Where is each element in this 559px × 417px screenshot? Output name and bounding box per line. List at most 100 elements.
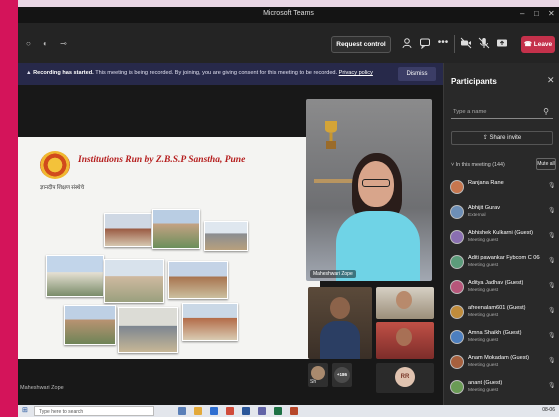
page-top-strip [0, 0, 559, 7]
mic-muted-icon: 🎙 [548, 358, 556, 364]
campus-photo [182, 303, 238, 341]
overflow-tile[interactable]: +186 [332, 363, 352, 387]
share-invite-button[interactable]: ⇪ Share invite [451, 131, 553, 145]
participant-name: Abhijit Gurav [468, 205, 501, 211]
more-icon[interactable]: ••• [437, 37, 449, 49]
powerpoint-icon[interactable] [290, 407, 298, 415]
share-icon[interactable] [496, 37, 508, 49]
page-side-strip [0, 0, 18, 417]
participant-avatar [450, 330, 464, 344]
participant-row[interactable]: Abhishek Kulkarni (Guest) Meeting guest 🎙 [450, 227, 558, 253]
chrome-icon[interactable] [226, 407, 234, 415]
participants-icon[interactable] [401, 37, 413, 49]
mic-muted-icon: 🎙 [548, 333, 556, 339]
participant-video[interactable] [376, 322, 434, 359]
participant-name: Aditya Jadhav (Guest) [468, 280, 524, 286]
excel-icon[interactable] [274, 407, 282, 415]
share-invite-label: Share invite [489, 135, 522, 141]
participant-name: Amna Shaikh (Guest) [468, 330, 522, 336]
mute-all-button[interactable]: Mute all [536, 158, 556, 170]
participant-row[interactable]: Aditya Jadhav (Guest) Meeting guest 🎙 [450, 277, 558, 303]
institution-logo [40, 151, 70, 179]
participant-avatar [450, 355, 464, 369]
participant-video[interactable] [308, 287, 372, 359]
participant-row[interactable]: afreenalam601 (Guest) Meeting guest 🎙 [450, 302, 558, 328]
participant-row[interactable]: Anam Mokadam (Guest) Meeting guest 🎙 [450, 352, 558, 378]
campus-photo [46, 255, 104, 297]
invite-icon: ⇪ [482, 135, 488, 141]
campus-photo [204, 221, 248, 251]
campus-photo [64, 305, 116, 345]
window-title: Microsoft Teams [263, 10, 314, 17]
privacy-policy-link[interactable]: Privacy policy [339, 70, 373, 76]
participant-name: Anam Mokadam (Guest) [468, 355, 529, 361]
minimize-icon[interactable]: – [520, 9, 524, 18]
teams-icon[interactable] [258, 407, 266, 415]
slide-title: Institutions Run by Z.B.S.P Sanstha, Pun… [78, 155, 246, 165]
taskbar-search-input[interactable]: Type here to search [34, 406, 154, 416]
campus-photo [104, 213, 152, 247]
participant-video[interactable] [376, 287, 434, 319]
participant-row[interactable]: Aditi pawankar Fybcom C 068 (G... Meeting… [450, 252, 558, 278]
participant-face [396, 291, 412, 309]
mic-muted-icon: 🎙 [548, 383, 556, 389]
participant-avatar [450, 255, 464, 269]
speaker-tile-label: Maheshwari Zope [310, 270, 356, 278]
participant-row[interactable]: Amna Shaikh (Guest) Meeting guest 🎙 [450, 327, 558, 353]
participant-name: anant (Guest) [468, 380, 503, 386]
glasses [362, 179, 390, 187]
leave-button[interactable]: ☎ Leave [521, 36, 555, 53]
recording-title: Recording has started. [33, 70, 94, 76]
campus-photo [168, 261, 228, 299]
participant-avatar [450, 280, 464, 294]
participant-role: Meeting guest [468, 238, 499, 243]
windows-start-icon[interactable]: ⊞ [22, 406, 28, 414]
active-speaker-video[interactable]: Maheshwari Zope [306, 99, 432, 281]
participant-body [320, 321, 360, 359]
participant-row[interactable]: anant (Guest) Meeting guest 🎙 [450, 377, 558, 403]
shelf [314, 179, 354, 183]
participant-face [396, 328, 412, 346]
mic-muted-icon: 🎙 [548, 308, 556, 314]
participant-name: Aditi pawankar Fybcom C 068 (G... [468, 255, 540, 261]
participant-role: Meeting guest [468, 263, 499, 268]
slide-subtitle: ज्ञानदीप शिक्षण संस्थेचे [40, 185, 85, 191]
campus-photo [118, 307, 178, 353]
overflow-count: +186 [334, 367, 350, 383]
mic-muted-icon: 🎙 [548, 183, 556, 189]
trophy-icon [325, 121, 337, 149]
participant-initials: Sh [310, 379, 317, 385]
in-meeting-section[interactable]: ˅ In this meeting (144) [451, 162, 505, 168]
participant-row[interactable]: Abhijit Gurav External 🎙 [450, 202, 558, 228]
edge-icon[interactable] [210, 407, 218, 415]
participant-avatar [450, 230, 464, 244]
mic-muted-icon: 🎙 [548, 208, 556, 214]
close-panel-icon[interactable]: ✕ [547, 75, 555, 86]
participant-avatar [450, 180, 464, 194]
file-explorer-icon[interactable] [194, 407, 202, 415]
close-icon[interactable]: ✕ [548, 9, 555, 18]
request-control-button[interactable]: Request control [331, 36, 391, 53]
shared-slide: Institutions Run by Z.B.S.P Sanstha, Pun… [18, 137, 320, 359]
word-icon[interactable] [242, 407, 250, 415]
participant-row[interactable]: Ranjana Rane 🎙 [450, 177, 558, 203]
participant-avatar [450, 305, 464, 319]
dismiss-button[interactable]: Dismiss [398, 67, 436, 81]
task-view-icon[interactable] [178, 407, 186, 415]
toolbar-divider [454, 35, 455, 53]
title-bar: Microsoft Teams – □ ✕ [18, 7, 559, 23]
participant-search-input[interactable]: Type a name ⚲ [451, 105, 553, 119]
chat-icon[interactable] [419, 37, 431, 50]
participant-tile[interactable]: RR [376, 363, 434, 393]
participant-role: Meeting guest [468, 313, 499, 318]
participant-name: afreenalam601 (Guest) [468, 305, 526, 311]
mic-muted-icon: 🎙 [548, 283, 556, 289]
participant-role: Meeting guest [468, 288, 499, 293]
participant-avatar: RR [395, 367, 415, 387]
maximize-icon[interactable]: □ [534, 9, 539, 18]
participant-tile[interactable]: Sh [308, 363, 328, 387]
mic-icon[interactable] [478, 37, 490, 49]
camera-icon[interactable] [460, 37, 472, 49]
meeting-stage: Institutions Run by Z.B.S.P Sanstha, Pun… [18, 85, 443, 405]
campus-photo [152, 209, 200, 249]
